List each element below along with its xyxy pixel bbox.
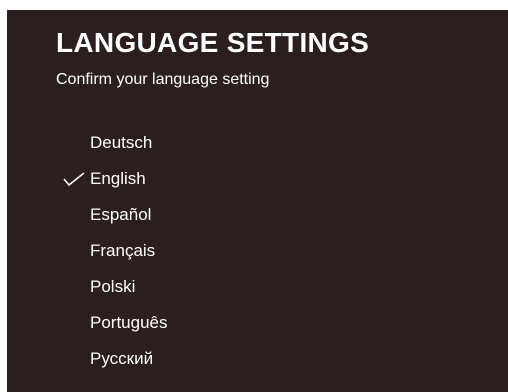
page-title: LANGUAGE SETTINGS bbox=[56, 27, 370, 58]
language-option-espanol[interactable]: Español bbox=[7, 204, 307, 240]
language-label: Polski bbox=[90, 277, 136, 296]
language-label: English bbox=[90, 169, 146, 188]
language-list: Deutsch English Español Français Polski … bbox=[7, 132, 307, 384]
language-option-russian[interactable]: Русский bbox=[7, 348, 307, 384]
language-settings-screen: LANGUAGE SETTINGS Confirm your language … bbox=[7, 10, 508, 392]
language-option-polski[interactable]: Polski bbox=[7, 276, 307, 312]
language-label: Deutsch bbox=[90, 133, 153, 152]
language-label: Français bbox=[90, 241, 156, 260]
language-label: Español bbox=[90, 205, 152, 224]
language-option-francais[interactable]: Français bbox=[7, 240, 307, 276]
check-icon bbox=[63, 172, 85, 186]
language-label: Português bbox=[90, 313, 168, 332]
language-option-portugues[interactable]: Português bbox=[7, 312, 307, 348]
language-option-english[interactable]: English bbox=[7, 168, 307, 204]
language-option-deutsch[interactable]: Deutsch bbox=[7, 132, 307, 168]
language-label: Русский bbox=[90, 349, 154, 368]
page-subtitle: Confirm your language setting bbox=[56, 71, 270, 88]
